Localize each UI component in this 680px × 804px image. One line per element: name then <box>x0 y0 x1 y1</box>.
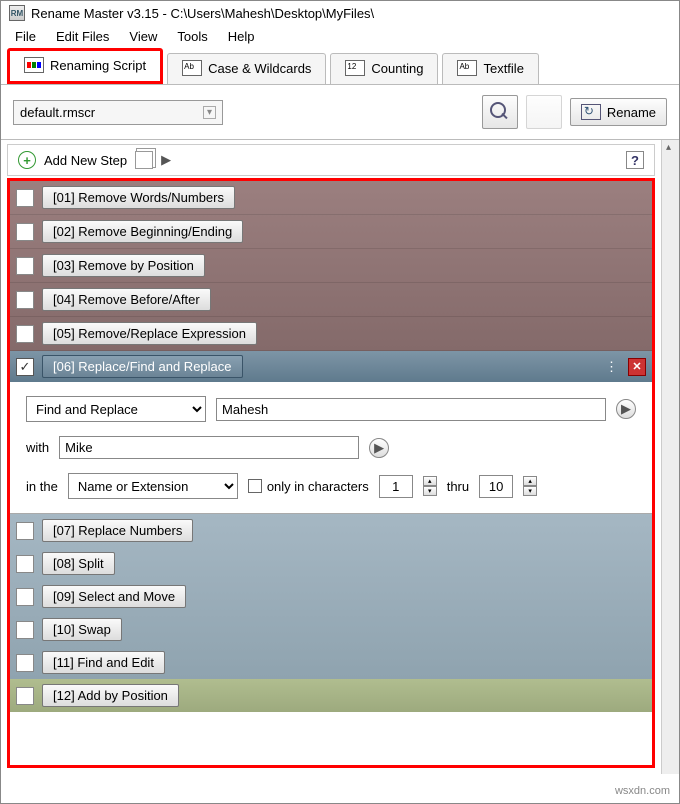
step-10[interactable]: [10] Swap <box>10 613 652 646</box>
tab-label: Textfile <box>483 61 523 76</box>
step-label: [10] Swap <box>42 618 122 641</box>
magnifier-icon <box>490 102 510 122</box>
tab-strip: Renaming Script Case & Wildcards Countin… <box>1 48 679 85</box>
checkbox[interactable] <box>16 522 34 540</box>
checkbox[interactable] <box>16 588 34 606</box>
step-09[interactable]: [09] Select and Move <box>10 580 652 613</box>
scope-select[interactable]: Name or Extension <box>68 473 238 499</box>
tab-label: Counting <box>371 61 423 76</box>
toolbar: default.rmscr ▾ Rename <box>1 85 679 140</box>
menu-bar: File Edit Files View Tools Help <box>1 25 679 48</box>
renaming-script-icon <box>24 57 44 73</box>
step-07[interactable]: [07] Replace Numbers <box>10 514 652 547</box>
copy-steps-icon[interactable] <box>135 151 153 169</box>
script-name: default.rmscr <box>20 105 95 120</box>
menu-file[interactable]: File <box>15 29 36 44</box>
remove-section: [01] Remove Words/Numbers [02] Remove Be… <box>10 181 652 351</box>
checkbox[interactable]: ✓ <box>16 358 34 376</box>
menu-help[interactable]: Help <box>228 29 255 44</box>
vertical-scrollbar[interactable] <box>661 140 679 774</box>
step-label: [12] Add by Position <box>42 684 179 707</box>
with-input[interactable] <box>59 436 359 459</box>
run-icon[interactable]: ▶ <box>161 152 171 168</box>
history-icon[interactable]: ▶ <box>369 438 389 458</box>
in-the-label: in the <box>26 479 58 494</box>
tab-counting[interactable]: Counting <box>330 53 438 84</box>
checkbox[interactable] <box>16 189 34 207</box>
checkbox[interactable] <box>248 479 262 493</box>
thru-spinner[interactable]: ▴▾ <box>523 476 537 496</box>
close-step-button[interactable]: ✕ <box>628 358 646 376</box>
add-step-label[interactable]: Add New Step <box>44 153 127 168</box>
step-01[interactable]: [01] Remove Words/Numbers <box>10 181 652 215</box>
from-char-input[interactable] <box>379 475 413 498</box>
tab-case-wildcards[interactable]: Case & Wildcards <box>167 53 326 84</box>
window-title: Rename Master v3.15 - C:\Users\Mahesh\De… <box>31 6 374 21</box>
checkbox[interactable] <box>16 687 34 705</box>
checkbox[interactable] <box>16 325 34 343</box>
history-icon[interactable]: ▶ <box>616 399 636 419</box>
tab-label: Case & Wildcards <box>208 61 311 76</box>
checkbox[interactable] <box>16 257 34 275</box>
preview-button[interactable] <box>482 95 518 129</box>
step-06-body: Find and Replace ▶ with ▶ in the Name or… <box>10 382 652 514</box>
rename-label: Rename <box>607 105 656 120</box>
step-label: [05] Remove/Replace Expression <box>42 322 257 345</box>
step-12[interactable]: [12] Add by Position <box>10 679 652 712</box>
add-step-icon[interactable]: + <box>18 151 36 169</box>
steps-panel: [01] Remove Words/Numbers [02] Remove Be… <box>7 178 655 768</box>
step-label: [02] Remove Beginning/Ending <box>42 220 243 243</box>
from-spinner[interactable]: ▴▾ <box>423 476 437 496</box>
menu-tools[interactable]: Tools <box>177 29 207 44</box>
app-icon: RM <box>9 5 25 21</box>
step-label: [01] Remove Words/Numbers <box>42 186 235 209</box>
textfile-icon <box>457 60 477 76</box>
window-titlebar: RM Rename Master v3.15 - C:\Users\Mahesh… <box>1 1 679 25</box>
menu-edit-files[interactable]: Edit Files <box>56 29 109 44</box>
tab-renaming-script[interactable]: Renaming Script <box>7 48 163 84</box>
step-label: [08] Split <box>42 552 115 575</box>
step-05[interactable]: [05] Remove/Replace Expression <box>10 317 652 351</box>
checkbox[interactable] <box>16 555 34 573</box>
step-06-header[interactable]: ✓ [06] Replace/Find and Replace ⋮ ✕ <box>10 351 652 382</box>
step-label: [11] Find and Edit <box>42 651 165 674</box>
checkbox[interactable] <box>16 223 34 241</box>
step-02[interactable]: [02] Remove Beginning/Ending <box>10 215 652 249</box>
thru-label: thru <box>447 479 469 494</box>
menu-view[interactable]: View <box>129 29 157 44</box>
step-11[interactable]: [11] Find and Edit <box>10 646 652 679</box>
only-in-characters-checkbox[interactable]: only in characters <box>248 479 369 494</box>
step-label: [07] Replace Numbers <box>42 519 193 542</box>
drag-handle-icon[interactable]: ⋮ <box>605 359 620 375</box>
step-03[interactable]: [03] Remove by Position <box>10 249 652 283</box>
only-label: only in characters <box>267 479 369 494</box>
chevron-down-icon: ▾ <box>203 106 216 119</box>
help-button[interactable]: ? <box>626 151 644 169</box>
step-08[interactable]: [08] Split <box>10 547 652 580</box>
with-label: with <box>26 440 49 455</box>
case-icon <box>182 60 202 76</box>
thru-char-input[interactable] <box>479 475 513 498</box>
find-input[interactable] <box>216 398 606 421</box>
watermark: wsxdn.com <box>613 784 672 798</box>
mode-select[interactable]: Find and Replace <box>26 396 206 422</box>
rename-button[interactable]: Rename <box>570 98 667 126</box>
add-section: [12] Add by Position <box>10 679 652 712</box>
step-label: [03] Remove by Position <box>42 254 205 277</box>
checkbox[interactable] <box>16 654 34 672</box>
disabled-button <box>526 95 562 129</box>
add-new-step-bar: + Add New Step ▶ ? <box>7 144 655 176</box>
script-select[interactable]: default.rmscr ▾ <box>13 100 223 125</box>
step-04[interactable]: [04] Remove Before/After <box>10 283 652 317</box>
tab-textfile[interactable]: Textfile <box>442 53 538 84</box>
step-label: [06] Replace/Find and Replace <box>42 355 243 378</box>
step-label: [09] Select and Move <box>42 585 186 608</box>
replace-section: [07] Replace Numbers [08] Split [09] Sel… <box>10 514 652 679</box>
counting-icon <box>345 60 365 76</box>
checkbox[interactable] <box>16 621 34 639</box>
step-label: [04] Remove Before/After <box>42 288 211 311</box>
rename-icon <box>581 104 601 120</box>
checkbox[interactable] <box>16 291 34 309</box>
tab-label: Renaming Script <box>50 58 146 73</box>
